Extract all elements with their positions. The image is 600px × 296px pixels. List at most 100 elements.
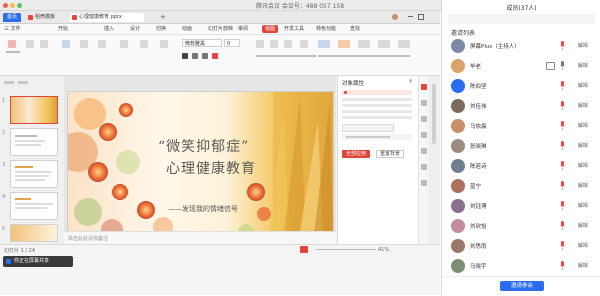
participant-action[interactable]: 解除 (578, 102, 588, 109)
arrange-icon[interactable] (358, 40, 370, 48)
slide-thumbnail-5[interactable] (10, 224, 58, 242)
participant-action[interactable]: 解除 (578, 142, 588, 149)
mic-muted-icon[interactable] (560, 121, 565, 130)
tab-docer[interactable]: 稻壳模板 (26, 13, 60, 22)
menu-home[interactable]: 开始 (58, 25, 68, 33)
mic-muted-icon[interactable] (560, 141, 565, 150)
participant-action[interactable]: 解除 (578, 82, 588, 89)
notes-bar[interactable]: 单击此处添加备注 (64, 231, 336, 245)
participant-action[interactable]: 解除 (578, 182, 588, 189)
mic-muted-icon[interactable] (560, 261, 565, 270)
scrollbar-thumb[interactable] (432, 84, 436, 144)
reset-icon[interactable] (98, 40, 106, 48)
current-slide[interactable]: “微笑抑郁症” 心理健康教育 ——发现我的情绪信号 (67, 91, 334, 244)
bullets-icon[interactable] (300, 40, 308, 48)
outline-tab-icon[interactable] (18, 81, 28, 84)
menu-special[interactable]: 特色功能 (316, 25, 336, 33)
notes-placeholder[interactable]: 单击此处添加备注 (68, 235, 108, 242)
mic-muted-icon[interactable] (560, 201, 565, 210)
layout-icon[interactable] (80, 40, 88, 48)
participant-action[interactable]: 解除 (578, 162, 588, 169)
slide-thumbnail-3[interactable] (10, 160, 58, 188)
participant-action[interactable]: 解除 (578, 42, 588, 49)
mic-muted-icon[interactable] (560, 41, 565, 50)
slide-thumbnail-1[interactable] (10, 96, 58, 124)
align-center-icon[interactable] (270, 40, 278, 48)
thumbnail-tab-icon[interactable] (4, 81, 14, 84)
fill-option-row[interactable] (342, 90, 412, 95)
settings-icon[interactable] (421, 180, 427, 186)
mic-muted-icon[interactable] (560, 241, 565, 250)
participant-action[interactable]: 解除 (578, 62, 588, 69)
menu-insert[interactable]: 插入 (104, 25, 114, 33)
mic-muted-icon[interactable] (560, 81, 565, 90)
participant-action[interactable]: 解除 (578, 202, 588, 209)
participants-search-input[interactable] (448, 14, 595, 24)
zoom-slider[interactable] (316, 249, 376, 250)
vertical-scrollbar[interactable] (428, 76, 440, 244)
participant-row[interactable]: 毕老 解除 (442, 56, 600, 76)
participant-row[interactable]: 马晓宇 解除 (442, 256, 600, 276)
find-replace-icon[interactable] (378, 40, 390, 48)
participant-row[interactable]: 张晓琳 解除 (442, 136, 600, 156)
video-camera-icon[interactable] (546, 62, 555, 70)
copy-icon[interactable] (40, 40, 48, 48)
participant-row[interactable]: 刘思雨 解除 (442, 236, 600, 256)
menu-animation[interactable]: 动画 (182, 25, 192, 33)
cut-icon[interactable] (26, 40, 34, 48)
participant-row[interactable]: 刘欣怡 解除 (442, 216, 600, 236)
invite-button[interactable]: 邀请参会 (500, 281, 544, 291)
transition-pane-icon[interactable] (421, 148, 427, 154)
play-slideshow-icon[interactable] (300, 246, 308, 253)
participant-row[interactable]: 陈若诗 解除 (442, 156, 600, 176)
restore-icon[interactable] (418, 14, 424, 20)
italic-icon[interactable] (192, 53, 198, 59)
taskpane-close-icon[interactable]: × (408, 78, 413, 85)
format-painter-icon[interactable] (160, 40, 168, 48)
apply-all-button[interactable]: 全部应用 (342, 150, 370, 158)
slide-subtitle[interactable]: ——发现我的情绪信号 (168, 204, 238, 214)
tab-home[interactable]: 首页 (3, 13, 22, 22)
user-avatar[interactable] (392, 14, 398, 20)
reset-background-button[interactable]: 重置背景 (376, 150, 404, 158)
properties-icon[interactable] (421, 84, 427, 90)
menu-developer[interactable]: 开发工具 (284, 25, 304, 33)
align-left-icon[interactable] (256, 40, 264, 48)
underline-icon[interactable] (202, 53, 208, 59)
participant-row[interactable]: 陈伯坚 解除 (442, 76, 600, 96)
design-pane-icon[interactable] (421, 116, 427, 122)
participant-row[interactable]: 刘钰博 解除 (442, 196, 600, 216)
slide-title-line-2[interactable]: 心理健康教育 (166, 158, 256, 178)
menu-file[interactable]: 三 文件 (4, 25, 21, 33)
menu-view[interactable]: 视图 (262, 25, 279, 33)
new-tab-button[interactable]: + (156, 13, 170, 22)
mic-muted-icon[interactable] (560, 181, 565, 190)
mic-muted-icon[interactable] (560, 221, 565, 230)
mic-muted-icon[interactable] (560, 101, 565, 110)
participant-action[interactable]: 解除 (578, 242, 588, 249)
backup-icon[interactable] (421, 164, 427, 170)
participant-action[interactable]: 解除 (578, 262, 588, 269)
fill-option-row-3[interactable] (342, 104, 412, 107)
participant-row[interactable]: 蓝宁 解除 (442, 176, 600, 196)
new-slide-icon[interactable] (62, 40, 70, 48)
participant-row[interactable]: 刘佳伟 解除 (442, 96, 600, 116)
shapes-icon[interactable] (338, 40, 350, 48)
zoom-level[interactable]: 41% (378, 247, 389, 253)
textbox-icon[interactable] (318, 40, 330, 48)
animation-pane-icon[interactable] (421, 100, 427, 106)
fill-option-row-4[interactable] (342, 110, 412, 113)
transparency-slider[interactable] (342, 134, 412, 140)
participant-row[interactable]: 马依晨 解除 (442, 116, 600, 136)
font-size-select[interactable]: 0 (224, 39, 240, 47)
menu-slideshow[interactable]: 幻灯片放映 (208, 25, 233, 33)
picture-source-select[interactable] (342, 124, 394, 132)
slide-thumbnail-2[interactable] (10, 128, 58, 156)
screen-sharing-indicator[interactable]: 你正在屏幕共享 (3, 256, 73, 267)
mic-muted-icon[interactable] (560, 161, 565, 170)
participant-action[interactable]: 解除 (578, 122, 588, 129)
paste-icon[interactable] (8, 40, 16, 48)
tab-presentation[interactable]: 心理健康教育.pptx (70, 13, 144, 22)
slide-thumbnail-4[interactable] (10, 192, 58, 220)
selection-pane-icon[interactable] (421, 132, 427, 138)
